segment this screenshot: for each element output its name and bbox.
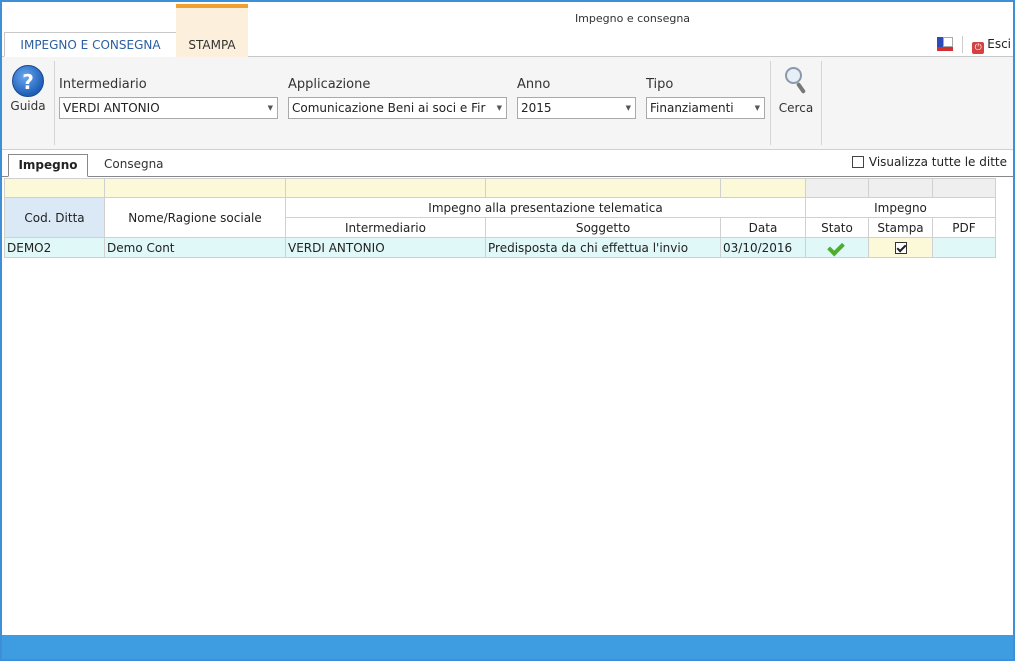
- group-header-impegno: Impegno: [805, 197, 996, 218]
- applicazione-select[interactable]: Comunicazione Beni ai soci e Fir ▼: [288, 97, 507, 119]
- cell-stampa[interactable]: [868, 237, 933, 258]
- header-row: Cod. Ditta Nome/Ragione sociale Impegno …: [4, 197, 996, 238]
- anno-label: Anno: [517, 77, 551, 92]
- exit-button[interactable]: ⏻ Esci: [972, 32, 1011, 57]
- filter-cell[interactable]: [485, 178, 721, 198]
- help-icon: ?: [12, 65, 44, 97]
- col-header-cod[interactable]: Cod. Ditta: [4, 197, 105, 238]
- col-header-stato[interactable]: Stato: [805, 217, 869, 238]
- ribbon-toolbar: ? Guida Intermediario VERDI ANTONIO ▼ Ap…: [2, 57, 1013, 150]
- col-header-soggetto[interactable]: Soggetto: [485, 217, 721, 238]
- divider: [770, 61, 771, 145]
- col-header-nome[interactable]: Nome/Ragione sociale: [104, 197, 286, 238]
- group-header-telematica: Impegno alla presentazione telematica: [285, 197, 806, 218]
- divider: [821, 61, 822, 145]
- tab-consegna[interactable]: Consegna: [96, 154, 172, 177]
- col-header-stampa[interactable]: Stampa: [868, 217, 933, 238]
- stampa-checkbox[interactable]: [894, 242, 907, 254]
- filter-row: [4, 178, 996, 198]
- power-icon: ⏻: [972, 42, 985, 54]
- tab-stampa[interactable]: STAMPA: [176, 4, 248, 57]
- title-bar: Impegno e consegna: [2, 2, 1013, 34]
- col-header-intermediario[interactable]: Intermediario: [285, 217, 486, 238]
- green-check-icon: [828, 240, 846, 252]
- cell-data[interactable]: 03/10/2016: [720, 237, 806, 258]
- show-all-label: Visualizza tutte le ditte: [868, 155, 1007, 169]
- intermediario-field: Intermediario VERDI ANTONIO ▼: [59, 77, 278, 119]
- search-icon: [781, 65, 811, 99]
- col-header-data[interactable]: Data: [720, 217, 806, 238]
- search-label: Cerca: [778, 101, 814, 115]
- show-all-checkbox[interactable]: Visualizza tutte le ditte: [851, 155, 1007, 169]
- flag-icon[interactable]: [937, 37, 953, 51]
- sub-tab-bar: Impegno Consegna Visualizza tutte le dit…: [2, 151, 1013, 177]
- exit-label: Esci: [987, 37, 1011, 51]
- tab-impegno[interactable]: Impegno: [8, 154, 88, 177]
- status-bar: [2, 635, 1013, 659]
- data-grid: Cod. Ditta Nome/Ragione sociale Impegno …: [4, 178, 996, 258]
- intermediario-label: Intermediario: [59, 77, 147, 92]
- filter-cell[interactable]: [104, 178, 286, 198]
- anno-select[interactable]: 2015 ▼: [517, 97, 636, 119]
- tipo-select[interactable]: Finanziamenti ▼: [646, 97, 765, 119]
- applicazione-field: Applicazione Comunicazione Beni ai soci …: [288, 77, 507, 119]
- cell-cod[interactable]: DEMO2: [4, 237, 105, 258]
- intermediario-select[interactable]: VERDI ANTONIO ▼: [59, 97, 278, 119]
- filter-cell[interactable]: [285, 178, 486, 198]
- filter-cell: [868, 178, 933, 198]
- cell-stato[interactable]: [805, 237, 869, 258]
- tab-impegno-e-consegna[interactable]: IMPEGNO E CONSEGNA: [4, 32, 177, 57]
- tipo-field: Tipo Finanziamenti ▼: [646, 77, 765, 119]
- filter-cell[interactable]: [720, 178, 806, 198]
- cell-soggetto[interactable]: Predisposta da chi effettua l'invio: [485, 237, 721, 258]
- divider: [962, 36, 963, 53]
- col-header-pdf[interactable]: PDF: [932, 217, 996, 238]
- chevron-down-icon: ▼: [625, 104, 631, 112]
- search-button[interactable]: Cerca: [774, 65, 818, 115]
- filter-cell: [932, 178, 996, 198]
- applicazione-label: Applicazione: [288, 77, 371, 92]
- anno-field: Anno 2015 ▼: [517, 77, 636, 119]
- help-button[interactable]: ? Guida: [8, 65, 48, 113]
- cell-nome[interactable]: Demo Cont: [104, 237, 286, 258]
- app-window: Impegno e consegna IMPEGNO E CONSEGNA ST…: [0, 0, 1015, 661]
- checkbox-icon[interactable]: [851, 156, 864, 168]
- divider: [54, 61, 55, 145]
- chevron-down-icon: ▼: [754, 104, 760, 112]
- window-title: Impegno e consegna: [574, 12, 691, 25]
- table-row[interactable]: DEMO2 Demo Cont VERDI ANTONIO Predispost…: [4, 237, 996, 258]
- tipo-label: Tipo: [646, 77, 674, 92]
- chevron-down-icon: ▼: [267, 104, 273, 112]
- cell-intermediario[interactable]: VERDI ANTONIO: [285, 237, 486, 258]
- ribbon-tab-bar: IMPEGNO E CONSEGNA STAMPA ⏻ Esci: [2, 4, 1013, 57]
- filter-cell[interactable]: [4, 178, 105, 198]
- cell-pdf[interactable]: [932, 237, 996, 258]
- filter-cell: [805, 178, 869, 198]
- chevron-down-icon: ▼: [496, 104, 502, 112]
- help-label: Guida: [10, 99, 46, 113]
